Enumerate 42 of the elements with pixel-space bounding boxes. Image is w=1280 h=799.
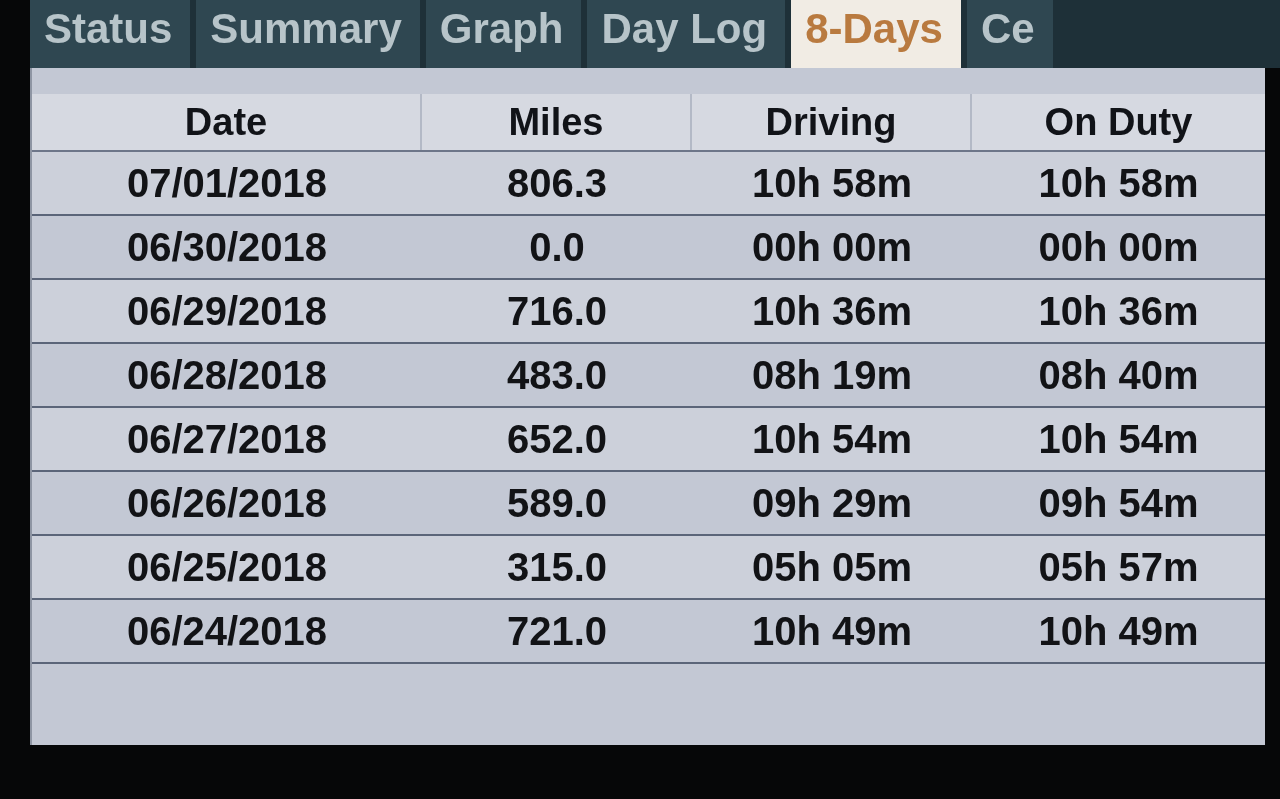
table-cell-text: 06/29/2018	[125, 287, 329, 335]
table-cell-text: 10h 36m	[750, 287, 914, 335]
tab[interactable]: Day Log	[587, 0, 786, 68]
column-header: Driving	[692, 94, 972, 150]
table-cell-text: 652.0	[505, 415, 609, 463]
tab[interactable]: Summary	[196, 0, 420, 68]
table-cell-text: 589.0	[505, 479, 609, 527]
table-cell-text: 06/25/2018	[125, 543, 329, 591]
column-header: Miles	[422, 94, 692, 150]
table-cell-text: 06/27/2018	[125, 415, 329, 463]
table-cell-text: 10h 36m	[1037, 287, 1200, 335]
table-cell-text: 10h 58m	[1037, 159, 1200, 207]
table-cell-text: 721.0	[505, 607, 609, 655]
table-cell-text: 10h 54m	[750, 415, 914, 463]
tab[interactable]: Graph	[425, 0, 582, 68]
table-cell-text: 315.0	[505, 543, 609, 591]
table-cell-text: 09h 29m	[750, 479, 914, 527]
table-cell-text: 05h 05m	[750, 543, 914, 591]
table-cell-text: 07/01/2018	[125, 159, 329, 207]
table-cell-text: 06/26/2018	[125, 479, 329, 527]
table-cell-text: 00h 00m	[750, 223, 914, 271]
table-cell-text: 10h 54m	[1037, 415, 1200, 463]
column-header: Date	[32, 94, 422, 150]
tab[interactable]: 8-Days	[791, 0, 961, 68]
table-cell-text: 06/24/2018	[125, 607, 329, 655]
table-cell-text: 08h 19m	[750, 351, 914, 399]
table-cell-text: 06/30/2018	[125, 223, 329, 271]
table-cell-text: 09h 54m	[1037, 479, 1200, 527]
table-cell-text: 10h 58m	[750, 159, 914, 207]
table-cell-text: 716.0	[505, 287, 609, 335]
table-cell-text: 483.0	[505, 351, 609, 399]
table-cell-text: 806.3	[505, 159, 609, 207]
table-cell-text: 06/28/2018	[125, 351, 329, 399]
table-cell-text: 0.0	[528, 223, 586, 271]
tab[interactable]: Status	[30, 0, 191, 68]
table-cell-text: 10h 49m	[750, 607, 914, 655]
tab[interactable]: Ce	[966, 0, 1053, 68]
table-cell-text: 05h 57m	[1037, 543, 1200, 591]
table-cell-text: 08h 40m	[1037, 351, 1200, 399]
column-header: On Duty	[1043, 99, 1194, 145]
table-cell-text: 00h 00m	[1037, 223, 1200, 271]
table-cell-text: 10h 49m	[1037, 607, 1200, 655]
